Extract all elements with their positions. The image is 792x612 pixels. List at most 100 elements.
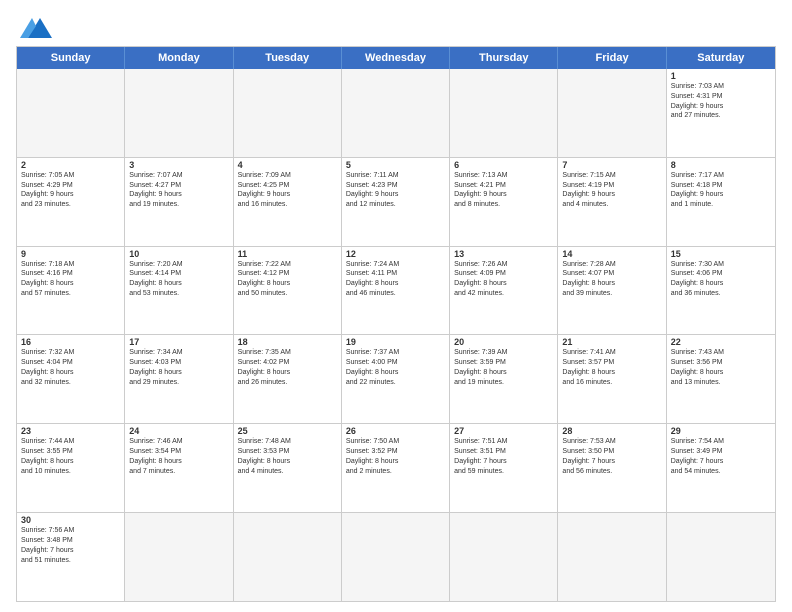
day-info: Sunrise: 7:37 AM Sunset: 4:00 PM Dayligh… [346,348,445,387]
calendar-cell: 7Sunrise: 7:15 AM Sunset: 4:19 PM Daylig… [558,158,666,246]
calendar-cell: 28Sunrise: 7:53 AM Sunset: 3:50 PM Dayli… [558,424,666,512]
calendar-cell: 20Sunrise: 7:39 AM Sunset: 3:59 PM Dayli… [450,335,558,423]
day-info: Sunrise: 7:39 AM Sunset: 3:59 PM Dayligh… [454,348,553,387]
calendar-cell: 2Sunrise: 7:05 AM Sunset: 4:29 PM Daylig… [17,158,125,246]
day-info: Sunrise: 7:44 AM Sunset: 3:55 PM Dayligh… [21,437,120,476]
calendar-cell [558,69,666,157]
day-number: 25 [238,426,337,436]
day-info: Sunrise: 7:05 AM Sunset: 4:29 PM Dayligh… [21,171,120,210]
calendar-row: 1Sunrise: 7:03 AM Sunset: 4:31 PM Daylig… [17,69,775,157]
page: SundayMondayTuesdayWednesdayThursdayFrid… [0,0,792,612]
day-number: 22 [671,337,771,347]
day-info: Sunrise: 7:09 AM Sunset: 4:25 PM Dayligh… [238,171,337,210]
day-number: 9 [21,249,120,259]
day-number: 12 [346,249,445,259]
day-number: 4 [238,160,337,170]
day-number: 15 [671,249,771,259]
calendar-cell: 27Sunrise: 7:51 AM Sunset: 3:51 PM Dayli… [450,424,558,512]
calendar-cell: 16Sunrise: 7:32 AM Sunset: 4:04 PM Dayli… [17,335,125,423]
day-number: 16 [21,337,120,347]
calendar-cell: 26Sunrise: 7:50 AM Sunset: 3:52 PM Dayli… [342,424,450,512]
day-info: Sunrise: 7:46 AM Sunset: 3:54 PM Dayligh… [129,437,228,476]
day-number: 1 [671,71,771,81]
calendar-cell: 30Sunrise: 7:56 AM Sunset: 3:48 PM Dayli… [17,513,125,601]
day-number: 7 [562,160,661,170]
day-info: Sunrise: 7:30 AM Sunset: 4:06 PM Dayligh… [671,260,771,299]
day-info: Sunrise: 7:22 AM Sunset: 4:12 PM Dayligh… [238,260,337,299]
day-info: Sunrise: 7:48 AM Sunset: 3:53 PM Dayligh… [238,437,337,476]
day-number: 10 [129,249,228,259]
weekday-header: Tuesday [234,47,342,69]
logo-icon [20,14,52,42]
day-info: Sunrise: 7:43 AM Sunset: 3:56 PM Dayligh… [671,348,771,387]
weekday-header: Friday [558,47,666,69]
day-number: 19 [346,337,445,347]
calendar-cell [234,513,342,601]
calendar-cell: 19Sunrise: 7:37 AM Sunset: 4:00 PM Dayli… [342,335,450,423]
calendar-cell [450,513,558,601]
weekday-header: Monday [125,47,233,69]
calendar-cell: 17Sunrise: 7:34 AM Sunset: 4:03 PM Dayli… [125,335,233,423]
day-number: 23 [21,426,120,436]
day-number: 18 [238,337,337,347]
calendar-cell: 29Sunrise: 7:54 AM Sunset: 3:49 PM Dayli… [667,424,775,512]
day-info: Sunrise: 7:51 AM Sunset: 3:51 PM Dayligh… [454,437,553,476]
day-info: Sunrise: 7:32 AM Sunset: 4:04 PM Dayligh… [21,348,120,387]
day-info: Sunrise: 7:11 AM Sunset: 4:23 PM Dayligh… [346,171,445,210]
calendar-cell: 25Sunrise: 7:48 AM Sunset: 3:53 PM Dayli… [234,424,342,512]
day-info: Sunrise: 7:18 AM Sunset: 4:16 PM Dayligh… [21,260,120,299]
day-info: Sunrise: 7:28 AM Sunset: 4:07 PM Dayligh… [562,260,661,299]
calendar-cell: 4Sunrise: 7:09 AM Sunset: 4:25 PM Daylig… [234,158,342,246]
day-info: Sunrise: 7:53 AM Sunset: 3:50 PM Dayligh… [562,437,661,476]
calendar-row: 16Sunrise: 7:32 AM Sunset: 4:04 PM Dayli… [17,334,775,423]
calendar-cell: 11Sunrise: 7:22 AM Sunset: 4:12 PM Dayli… [234,247,342,335]
day-number: 30 [21,515,120,525]
calendar-cell [342,69,450,157]
day-number: 5 [346,160,445,170]
calendar-header: SundayMondayTuesdayWednesdayThursdayFrid… [17,47,775,69]
day-info: Sunrise: 7:35 AM Sunset: 4:02 PM Dayligh… [238,348,337,387]
day-info: Sunrise: 7:13 AM Sunset: 4:21 PM Dayligh… [454,171,553,210]
calendar-cell: 6Sunrise: 7:13 AM Sunset: 4:21 PM Daylig… [450,158,558,246]
day-number: 21 [562,337,661,347]
day-info: Sunrise: 7:56 AM Sunset: 3:48 PM Dayligh… [21,526,120,565]
calendar-row: 2Sunrise: 7:05 AM Sunset: 4:29 PM Daylig… [17,157,775,246]
day-number: 20 [454,337,553,347]
calendar-cell [234,69,342,157]
calendar-cell: 18Sunrise: 7:35 AM Sunset: 4:02 PM Dayli… [234,335,342,423]
day-number: 27 [454,426,553,436]
calendar-cell: 15Sunrise: 7:30 AM Sunset: 4:06 PM Dayli… [667,247,775,335]
day-number: 24 [129,426,228,436]
calendar-cell: 12Sunrise: 7:24 AM Sunset: 4:11 PM Dayli… [342,247,450,335]
calendar-cell: 3Sunrise: 7:07 AM Sunset: 4:27 PM Daylig… [125,158,233,246]
calendar-cell: 24Sunrise: 7:46 AM Sunset: 3:54 PM Dayli… [125,424,233,512]
calendar-cell: 9Sunrise: 7:18 AM Sunset: 4:16 PM Daylig… [17,247,125,335]
day-number: 28 [562,426,661,436]
calendar-cell [450,69,558,157]
day-info: Sunrise: 7:20 AM Sunset: 4:14 PM Dayligh… [129,260,228,299]
calendar-cell: 14Sunrise: 7:28 AM Sunset: 4:07 PM Dayli… [558,247,666,335]
day-info: Sunrise: 7:03 AM Sunset: 4:31 PM Dayligh… [671,82,771,121]
weekday-header: Saturday [667,47,775,69]
day-number: 6 [454,160,553,170]
calendar-cell: 21Sunrise: 7:41 AM Sunset: 3:57 PM Dayli… [558,335,666,423]
calendar-cell [558,513,666,601]
calendar-cell [125,69,233,157]
weekday-header: Thursday [450,47,558,69]
day-number: 13 [454,249,553,259]
day-number: 29 [671,426,771,436]
weekday-header: Sunday [17,47,125,69]
day-number: 2 [21,160,120,170]
calendar-cell: 5Sunrise: 7:11 AM Sunset: 4:23 PM Daylig… [342,158,450,246]
day-info: Sunrise: 7:15 AM Sunset: 4:19 PM Dayligh… [562,171,661,210]
calendar-cell: 22Sunrise: 7:43 AM Sunset: 3:56 PM Dayli… [667,335,775,423]
day-info: Sunrise: 7:17 AM Sunset: 4:18 PM Dayligh… [671,171,771,210]
day-info: Sunrise: 7:26 AM Sunset: 4:09 PM Dayligh… [454,260,553,299]
calendar-row: 30Sunrise: 7:56 AM Sunset: 3:48 PM Dayli… [17,512,775,601]
day-number: 11 [238,249,337,259]
calendar: SundayMondayTuesdayWednesdayThursdayFrid… [16,46,776,602]
day-info: Sunrise: 7:54 AM Sunset: 3:49 PM Dayligh… [671,437,771,476]
calendar-row: 23Sunrise: 7:44 AM Sunset: 3:55 PM Dayli… [17,423,775,512]
day-number: 14 [562,249,661,259]
day-info: Sunrise: 7:07 AM Sunset: 4:27 PM Dayligh… [129,171,228,210]
